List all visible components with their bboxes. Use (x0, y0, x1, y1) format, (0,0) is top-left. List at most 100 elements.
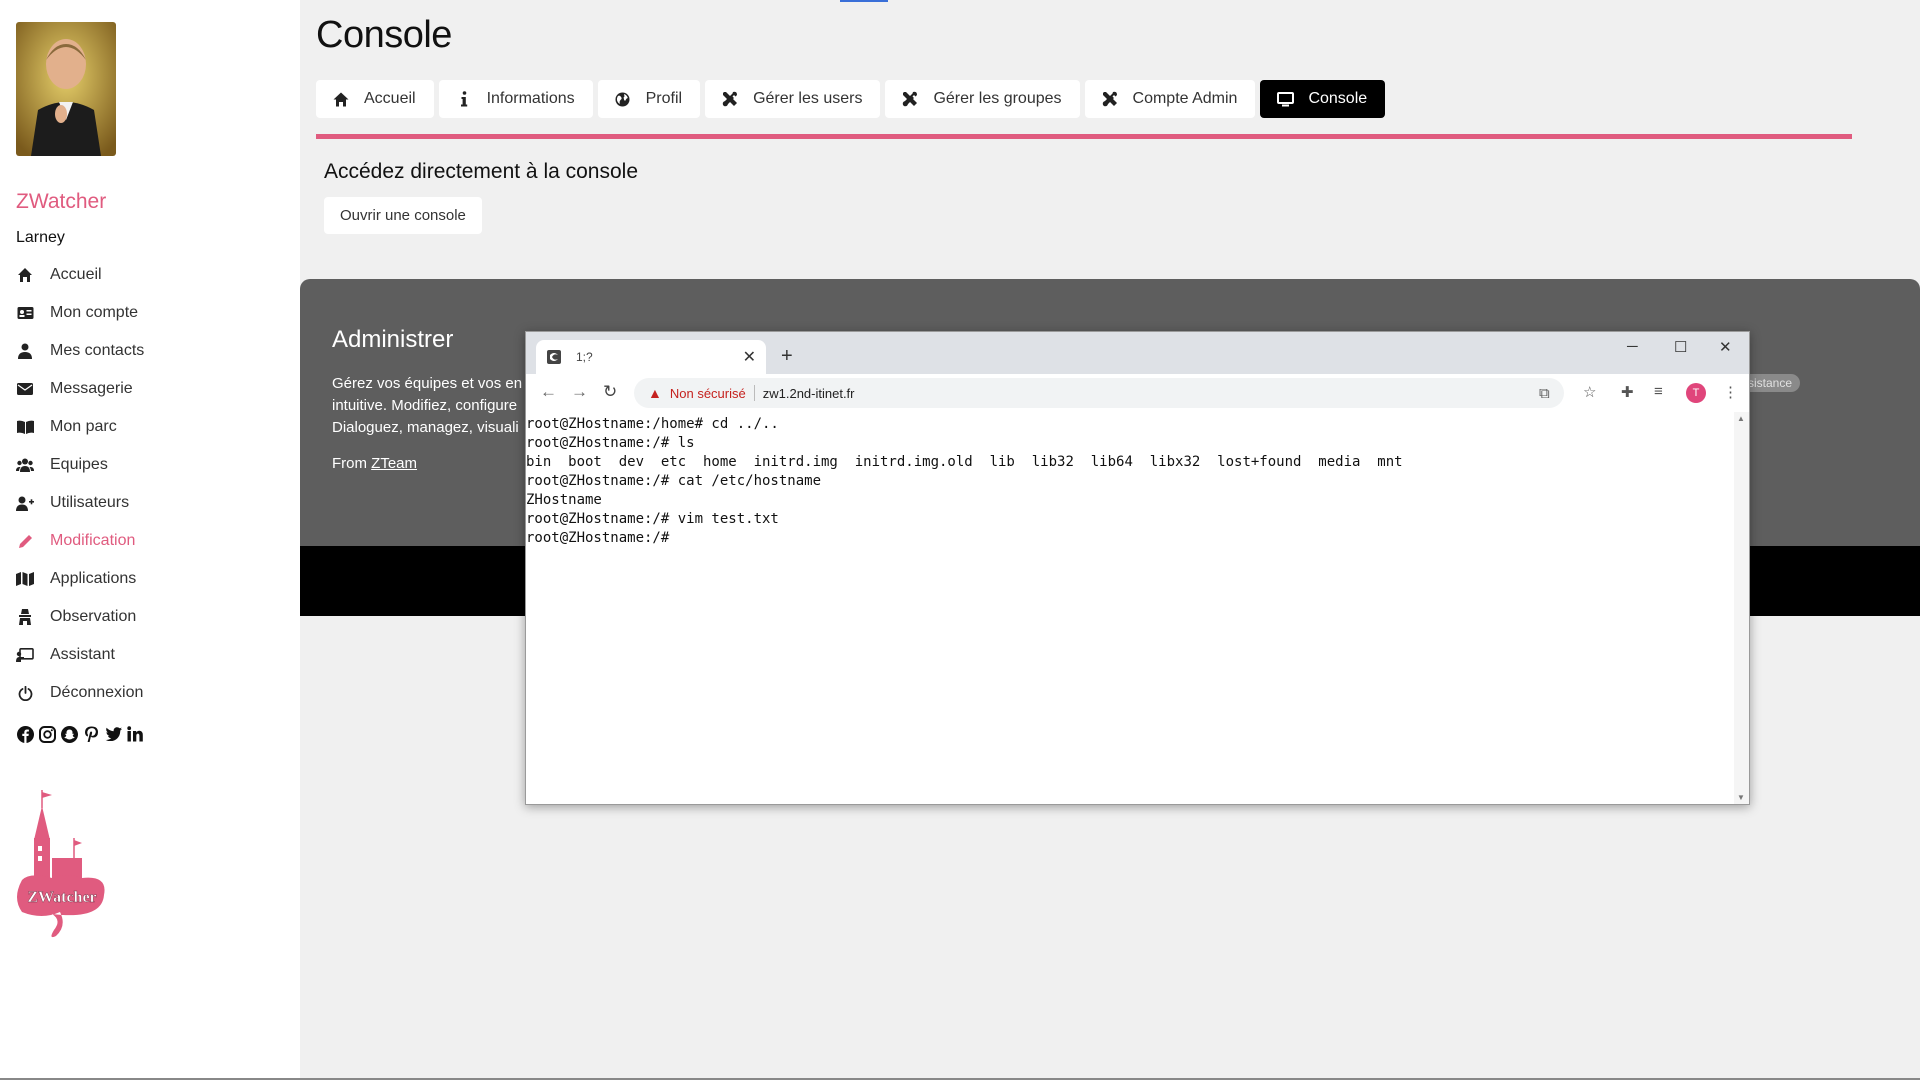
reload-icon[interactable]: ↻ (603, 382, 617, 402)
tools-icon (901, 90, 919, 108)
globe-icon (614, 90, 632, 108)
tab-label: Gérer les users (753, 90, 863, 107)
sidebar-item-label: Utilisateurs (50, 494, 130, 511)
tab-label: Compte Admin (1132, 90, 1238, 107)
sidebar-item-label: Applications (50, 570, 137, 587)
open-console-button[interactable]: Ouvrir une console (324, 197, 482, 234)
section-title: Accédez directement à la console (324, 160, 639, 183)
book-icon (16, 418, 34, 436)
close-window-icon[interactable]: ✕ (1719, 338, 1732, 356)
terminal-line: ZHostname (526, 492, 602, 508)
chalkboard-icon (16, 646, 34, 664)
sidebar-item-messagerie[interactable]: Messagerie (16, 370, 144, 408)
facebook-icon[interactable] (16, 725, 34, 743)
footer-credit-prefix: From (332, 455, 372, 472)
star-icon[interactable]: ☆ (1583, 383, 1596, 401)
social-links (16, 725, 144, 743)
user-icon (16, 342, 34, 360)
terminal-line: root@ZHostname:/# vim test.txt (526, 511, 779, 527)
terminal-output[interactable]: root@ZHostname:/home# cd ../.. root@ZHost… (526, 412, 1736, 804)
username: Larney (16, 229, 65, 246)
menu-icon[interactable]: ⋮ (1723, 383, 1738, 401)
linkedin-icon[interactable] (126, 725, 144, 743)
map-icon (16, 570, 34, 588)
pencil-icon (16, 532, 34, 550)
favicon-icon (546, 349, 562, 365)
sidebar-item-label: Mes contacts (50, 342, 145, 359)
sidebar: ZWatcher Larney Accueil Mon compte Mes c… (0, 0, 300, 1080)
footer-title: Administrer (332, 326, 454, 353)
sidebar-item-mon-parc[interactable]: Mon parc (16, 408, 144, 446)
zteam-link[interactable]: ZTeam (371, 455, 417, 472)
new-tab-icon[interactable]: + (781, 345, 793, 368)
scroll-down-icon[interactable]: ▼ (1737, 793, 1745, 802)
maximize-icon[interactable]: ☐ (1674, 338, 1687, 356)
brand-name: ZWatcher (16, 190, 107, 213)
sidebar-item-label: Messagerie (50, 380, 133, 397)
pinterest-icon[interactable] (82, 725, 100, 743)
twitter-icon[interactable] (104, 725, 122, 743)
sidebar-item-mon-compte[interactable]: Mon compte (16, 294, 144, 332)
sidebar-item-applications[interactable]: Applications (16, 560, 144, 598)
id-card-icon (16, 304, 34, 322)
monitor-icon (1276, 90, 1294, 108)
tab-gerer-les-users[interactable]: Gérer les users (705, 80, 881, 118)
page-title: Console (316, 14, 452, 56)
footer-credit: From ZTeam (332, 455, 417, 472)
warning-icon: ▲ (648, 385, 662, 401)
sidebar-item-assistant[interactable]: Assistant (16, 636, 144, 674)
sidebar-item-accueil[interactable]: Accueil (16, 256, 144, 294)
terminal-line: root@ZHostname:/# ls (526, 435, 695, 451)
sidebar-item-label: Accueil (50, 266, 102, 283)
sidebar-item-observation[interactable]: Observation (16, 598, 144, 636)
translate-icon[interactable]: ⧉ (1539, 385, 1550, 402)
tab-label: Console (1308, 90, 1368, 107)
sidebar-item-mes-contacts[interactable]: Mes contacts (16, 332, 144, 370)
sidebar-item-utilisateurs[interactable]: Utilisateurs (16, 484, 144, 522)
envelope-icon (16, 380, 34, 398)
instagram-icon[interactable] (38, 725, 56, 743)
tools-icon (1101, 90, 1119, 108)
terminal-scrollbar[interactable]: ▲ ▼ (1734, 412, 1749, 804)
terminal-line: root@ZHostname:/home# cd ../.. (526, 416, 779, 432)
logo-text: ZWatcher (27, 889, 96, 906)
tab-informations[interactable]: Informations (438, 80, 593, 118)
sidebar-nav: Accueil Mon compte Mes contacts Messager… (16, 256, 144, 712)
close-tab-icon[interactable]: ✕ (743, 347, 756, 367)
forward-icon[interactable]: → (571, 382, 588, 402)
sidebar-item-label: Déconnexion (50, 684, 144, 701)
users-icon (16, 456, 34, 474)
scroll-up-icon[interactable]: ▲ (1737, 414, 1745, 423)
sidebar-item-equipes[interactable]: Equipes (16, 446, 144, 484)
tab-label: Profil (645, 90, 683, 107)
snapchat-icon[interactable] (60, 725, 78, 743)
browser-tab[interactable]: 1;? ✕ (536, 340, 766, 374)
profile-avatar[interactable]: T (1686, 383, 1706, 403)
reading-list-icon[interactable]: ≡ (1654, 383, 1663, 400)
sidebar-item-label: Equipes (50, 456, 108, 473)
footer-text-line: intuitive. Modifiez, configure (332, 397, 518, 414)
browser-window: 1;? ✕ + ─ ☐ ✕ ← → ↻ ▲ Non sécurisé zw1.2… (525, 331, 1750, 805)
address-bar[interactable]: ▲ Non sécurisé zw1.2nd-itinet.fr ⧉ (634, 378, 1564, 408)
sidebar-item-label: Observation (50, 608, 137, 625)
tab-compte-admin[interactable]: Compte Admin (1084, 80, 1256, 118)
extensions-icon[interactable]: ✚ (1621, 383, 1634, 401)
terminal-line: root@ZHostname:/# cat /etc/hostname (526, 473, 822, 489)
tab-console[interactable]: Console (1260, 80, 1386, 118)
footer-text-line: Dialoguez, managez, visuali (332, 419, 519, 436)
sidebar-item-modification[interactable]: Modification (16, 522, 144, 560)
back-icon[interactable]: ← (540, 382, 557, 402)
browser-tabstrip: 1;? ✕ + ─ ☐ ✕ (526, 332, 1749, 374)
tab-label: Gérer les groupes (933, 90, 1062, 107)
tab-gerer-les-groupes[interactable]: Gérer les groupes (885, 80, 1080, 118)
accent-bar (316, 134, 1852, 139)
power-icon (16, 684, 34, 702)
minimize-icon[interactable]: ─ (1627, 338, 1638, 355)
tab-profil[interactable]: Profil (597, 80, 701, 118)
tab-label: Informations (486, 90, 575, 107)
sidebar-item-label: Modification (50, 532, 136, 549)
footer-text-line: Gérez vos équipes et vos en (332, 375, 523, 392)
tab-accueil[interactable]: Accueil (316, 80, 434, 118)
sidebar-item-deconnexion[interactable]: Déconnexion (16, 674, 144, 712)
tab-label: Accueil (364, 90, 416, 107)
